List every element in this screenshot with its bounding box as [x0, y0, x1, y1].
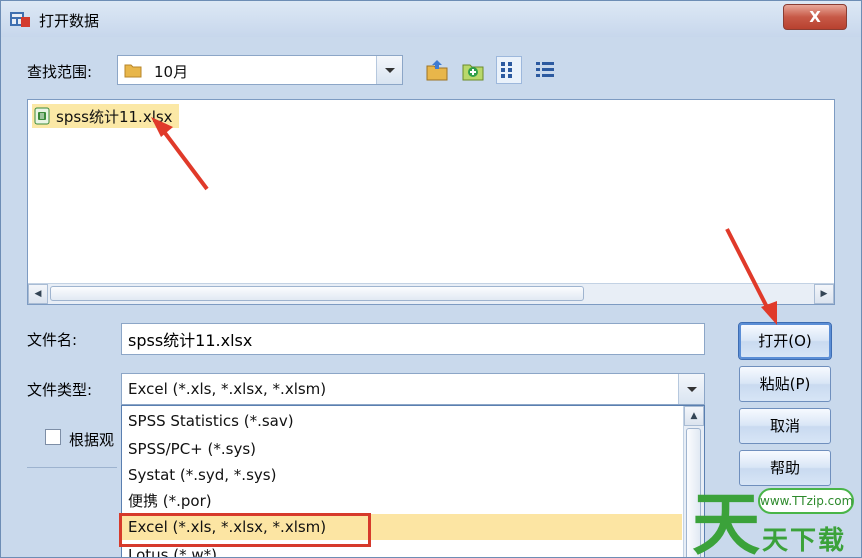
watermark: 天 www.TTzip.com 天下载: [690, 480, 862, 558]
annotation-arrows: [151, 117, 777, 325]
watermark-url: www.TTzip.com: [758, 488, 854, 514]
open-data-dialog: 打开数据 X 查找范围: 10月 spss统计11.xlsx ◀ ▶ 文件名: …: [0, 0, 862, 558]
arrow-to-open-icon: [725, 228, 777, 325]
arrow-to-file-icon: [151, 117, 209, 191]
watermark-big-char: 天: [692, 486, 760, 558]
watermark-logo-icon: 天: [692, 486, 760, 558]
watermark-chars: 天下载: [762, 526, 847, 556]
